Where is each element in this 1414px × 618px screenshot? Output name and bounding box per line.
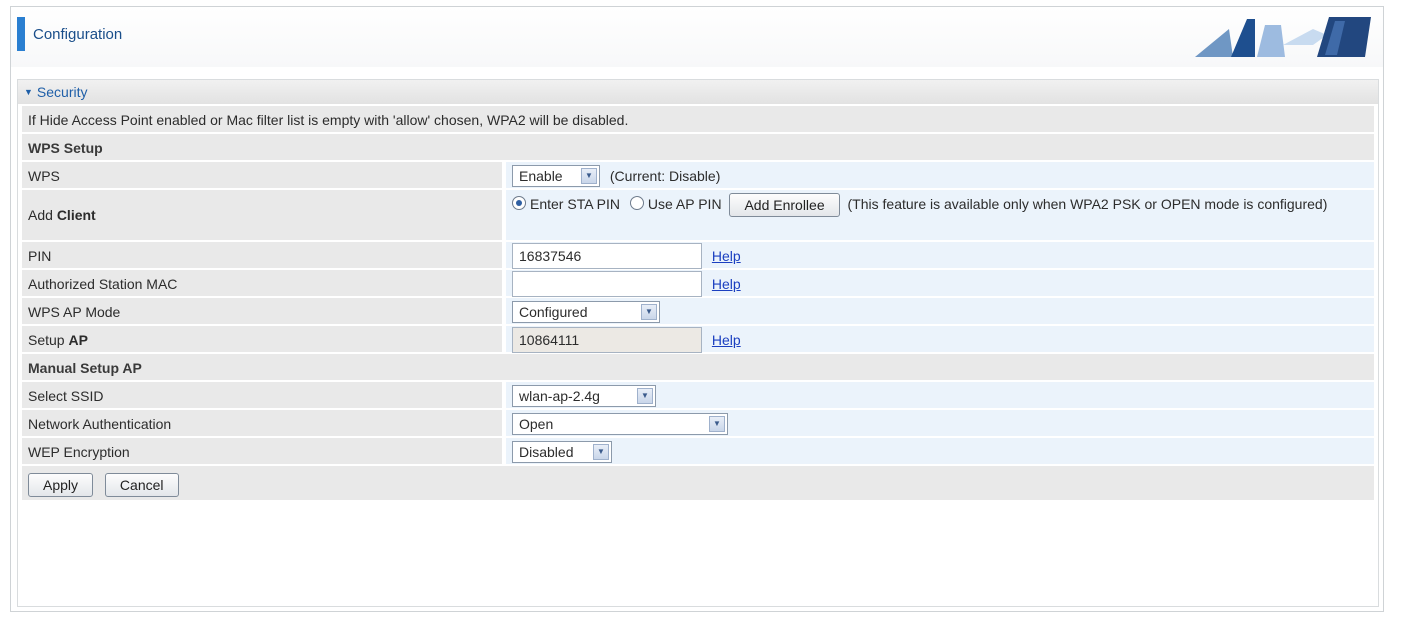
select-ssid-value-cell: wlan-ap-2.4g ▼ — [506, 382, 1374, 408]
setup-ap-help-link[interactable]: Help — [712, 332, 741, 348]
pin-input[interactable]: 16837546 — [512, 242, 702, 269]
wep-encryption-select[interactable]: Disabled ▼ — [512, 441, 612, 464]
wps-ap-mode-value-cell: Configured ▼ — [506, 298, 1374, 324]
wps-row: WPS Enable ▼ (Current: Disable) — [18, 160, 1378, 188]
action-bar: Apply Cancel — [22, 466, 1374, 500]
setup-ap-row: Setup AP 10864111 Help — [18, 324, 1378, 353]
add-enrollee-button[interactable]: Add Enrollee — [729, 193, 840, 218]
enter-sta-pin-radio[interactable] — [512, 196, 526, 210]
authorized-mac-row: Authorized Station MAC Help — [18, 268, 1378, 297]
cancel-button[interactable]: Cancel — [104, 473, 179, 498]
chevron-down-icon: ▼ — [593, 444, 609, 461]
security-panel-header[interactable]: ▼ Security — [18, 80, 1378, 104]
wps-setup-heading: WPS Setup — [22, 134, 1374, 160]
wep-encryption-value-cell: Disabled ▼ — [506, 438, 1374, 464]
add-client-label: Add Client — [22, 190, 502, 240]
header-banner-graphic — [1185, 11, 1375, 64]
select-ssid-row: Select SSID wlan-ap-2.4g ▼ — [18, 380, 1378, 408]
pin-row: PIN 16837546 Help — [18, 240, 1378, 269]
use-ap-pin-label[interactable]: Use AP PIN — [648, 196, 722, 212]
chevron-down-icon: ▼ — [709, 416, 725, 433]
authorized-mac-input[interactable] — [512, 270, 702, 297]
select-ssid-label: Select SSID — [22, 382, 502, 408]
ssid-select[interactable]: wlan-ap-2.4g ▼ — [512, 385, 656, 408]
wps-label: WPS — [22, 162, 502, 188]
notice-row: If Hide Access Point enabled or Mac filt… — [18, 104, 1378, 132]
wps-setup-section-row: WPS Setup — [18, 132, 1378, 160]
setup-ap-label-prefix: Setup — [28, 332, 69, 348]
enter-sta-pin-label[interactable]: Enter STA PIN — [530, 196, 620, 212]
notice-text: If Hide Access Point enabled or Mac filt… — [22, 106, 1374, 132]
authorized-mac-help-link[interactable]: Help — [712, 276, 741, 292]
add-client-value-cell: Enter STA PIN Use AP PIN Add Enrollee (T… — [506, 190, 1374, 240]
security-panel-title: Security — [36, 84, 88, 100]
manual-setup-heading: Manual Setup AP — [22, 354, 1374, 380]
pin-value-cell: 16837546 Help — [506, 242, 1374, 269]
config-frame: Configuration ▼ Security If Hide Access P… — [10, 6, 1384, 612]
add-client-note: (This feature is available only when WPA… — [847, 196, 1328, 212]
wep-encryption-row: WEP Encryption Disabled ▼ — [18, 436, 1378, 464]
collapse-triangle-icon: ▼ — [24, 87, 33, 97]
authorized-mac-label: Authorized Station MAC — [22, 270, 502, 296]
page-title: Configuration — [33, 26, 123, 43]
add-client-label-bold: Client — [56, 207, 96, 223]
wps-ap-mode-label: WPS AP Mode — [22, 298, 502, 324]
wps-ap-mode-select-value: Configured — [519, 304, 588, 321]
chevron-down-icon: ▼ — [581, 168, 597, 185]
wps-current-status: (Current: Disable) — [609, 168, 721, 184]
chevron-down-icon: ▼ — [637, 388, 653, 405]
action-row: Apply Cancel — [18, 464, 1378, 500]
wep-encryption-label: WEP Encryption — [22, 438, 502, 464]
pin-label: PIN — [22, 242, 502, 268]
use-ap-pin-radio[interactable] — [629, 196, 644, 210]
add-client-row: Add Client Enter STA PIN Use AP PIN Add … — [18, 188, 1378, 240]
header-accent-bar — [17, 17, 25, 51]
network-auth-value-cell: Open ▼ — [506, 410, 1374, 436]
network-auth-select[interactable]: Open ▼ — [512, 413, 728, 436]
setup-ap-label: Setup AP — [22, 326, 502, 352]
add-client-label-prefix: Add — [28, 207, 57, 223]
wps-ap-mode-row: WPS AP Mode Configured ▼ — [18, 296, 1378, 324]
pin-help-link[interactable]: Help — [712, 248, 741, 264]
ssid-select-value: wlan-ap-2.4g — [519, 388, 600, 405]
setup-ap-pin-field: 10864111 — [512, 326, 702, 353]
chevron-down-icon: ▼ — [641, 304, 657, 321]
wps-ap-mode-select[interactable]: Configured ▼ — [512, 301, 660, 324]
setup-ap-label-bold: AP — [68, 332, 88, 348]
manual-setup-section-row: Manual Setup AP — [18, 352, 1378, 380]
security-panel: ▼ Security If Hide Access Point enabled o… — [17, 79, 1379, 607]
apply-button[interactable]: Apply — [28, 473, 94, 498]
page-header: Configuration — [11, 7, 1383, 67]
setup-ap-value-cell: 10864111 Help — [506, 326, 1374, 353]
wps-value-cell: Enable ▼ (Current: Disable) — [506, 162, 1374, 188]
wep-encryption-select-value: Disabled — [519, 444, 574, 461]
wps-select[interactable]: Enable ▼ — [512, 165, 600, 188]
authorized-mac-value-cell: Help — [506, 270, 1374, 297]
wps-select-value: Enable — [519, 168, 563, 185]
network-auth-row: Network Authentication Open ▼ — [18, 408, 1378, 436]
network-auth-label: Network Authentication — [22, 410, 502, 436]
network-auth-select-value: Open — [519, 416, 554, 433]
